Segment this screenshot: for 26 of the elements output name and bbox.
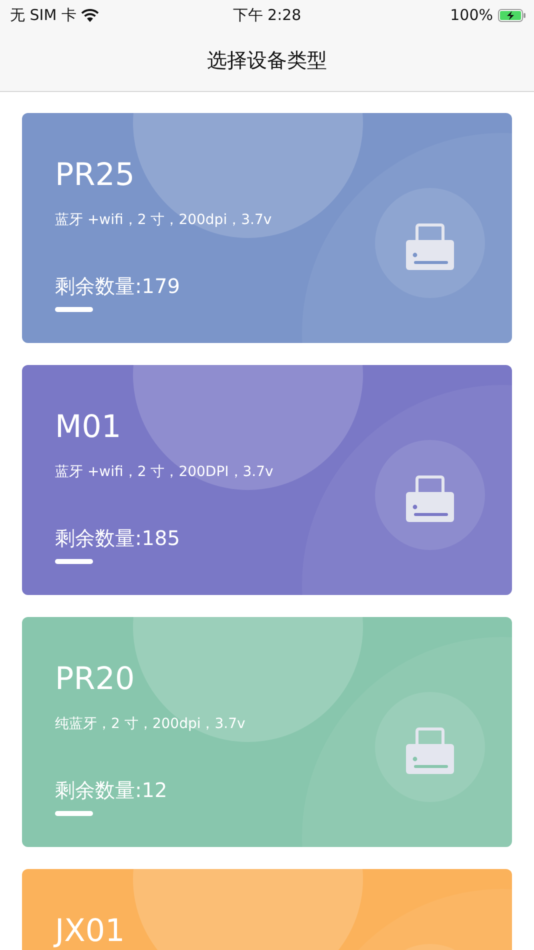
- underline-bar: [55, 307, 93, 312]
- printer-icon: [405, 475, 455, 525]
- carrier-label: 无 SIM 卡: [10, 6, 76, 24]
- clock: 下午 2:28: [232, 6, 302, 24]
- wifi-icon: [81, 8, 100, 22]
- underline-bar: [55, 559, 93, 564]
- device-specs: 蓝牙 +wifi，2 寸，200dpi，3.7v: [55, 211, 272, 229]
- device-card[interactable]: PR20 纯蓝牙，2 寸，200dpi，3.7v 剩余数量:12: [22, 617, 512, 847]
- device-specs: 蓝牙 +wifi，2 寸，200DPI，3.7v: [55, 463, 274, 481]
- page-title: 选择设备类型: [207, 47, 327, 74]
- device-card[interactable]: JX01: [22, 869, 512, 950]
- remaining-count: 剩余数量:185: [55, 525, 180, 551]
- battery-percent: 100%: [450, 6, 493, 24]
- underline-bar: [55, 811, 93, 816]
- device-name: JX01: [55, 913, 125, 949]
- remaining-count: 剩余数量:12: [55, 777, 168, 803]
- device-name: PR25: [55, 157, 135, 193]
- printer-icon: [405, 727, 455, 777]
- device-card[interactable]: PR25 蓝牙 +wifi，2 寸，200dpi，3.7v 剩余数量:179: [22, 113, 512, 343]
- device-name: M01: [55, 409, 122, 445]
- battery-icon: [498, 8, 526, 22]
- device-name: PR20: [55, 661, 135, 697]
- device-specs: 纯蓝牙，2 寸，200dpi，3.7v: [55, 715, 246, 733]
- device-card[interactable]: M01 蓝牙 +wifi，2 寸，200DPI，3.7v 剩余数量:185: [22, 365, 512, 595]
- remaining-count: 剩余数量:179: [55, 273, 180, 299]
- printer-icon: [405, 223, 455, 273]
